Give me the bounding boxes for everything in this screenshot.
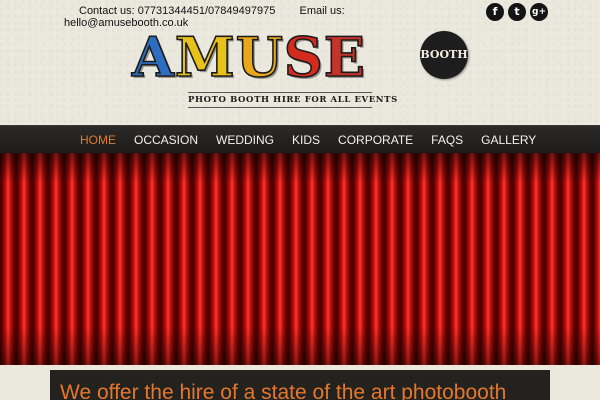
- nav-item-wedding[interactable]: WEDDING: [216, 126, 274, 154]
- social-links: f t g+: [486, 3, 548, 21]
- tagline: PHOTO BOOTH HIRE FOR ALL EVENTS: [188, 95, 398, 105]
- phone-number[interactable]: 07731344451/07849497975: [138, 5, 276, 17]
- facebook-icon[interactable]: f: [486, 3, 504, 21]
- headline-banner: We offer the hire of a state of the art …: [50, 370, 550, 400]
- logo-booth-badge: BOOTH: [420, 31, 468, 79]
- nav-item-corporate[interactable]: CORPORATE: [338, 126, 413, 154]
- logo-letter-s: S: [283, 25, 324, 89]
- nav-item-kids[interactable]: KIDS: [292, 126, 320, 154]
- contact-label: Contact us:: [79, 5, 135, 17]
- logo-letter-u: U: [235, 25, 284, 89]
- tagline-block: PHOTO BOOTH HIRE FOR ALL EVENTS: [188, 91, 398, 109]
- twitter-icon[interactable]: t: [508, 3, 526, 21]
- logo-letter-m: M: [174, 25, 236, 89]
- headline-text: We offer the hire of a state of the art …: [60, 381, 507, 400]
- nav-item-home[interactable]: HOME: [80, 126, 116, 154]
- logo-letter-e: E: [323, 25, 366, 89]
- main-nav: HOME OCCASION WEDDING KIDS CORPORATE FAQ…: [0, 125, 600, 155]
- email-label: Email us:: [299, 5, 345, 17]
- logo-letter-a: A: [131, 25, 175, 89]
- nav-item-faqs[interactable]: FAQS: [431, 126, 463, 154]
- red-curtain-banner: [0, 153, 600, 365]
- google-plus-icon[interactable]: g+: [530, 3, 548, 21]
- nav-item-occasion[interactable]: OCCASION: [134, 126, 198, 154]
- logo[interactable]: A M U S E: [131, 25, 366, 89]
- nav-item-gallery[interactable]: GALLERY: [481, 126, 536, 154]
